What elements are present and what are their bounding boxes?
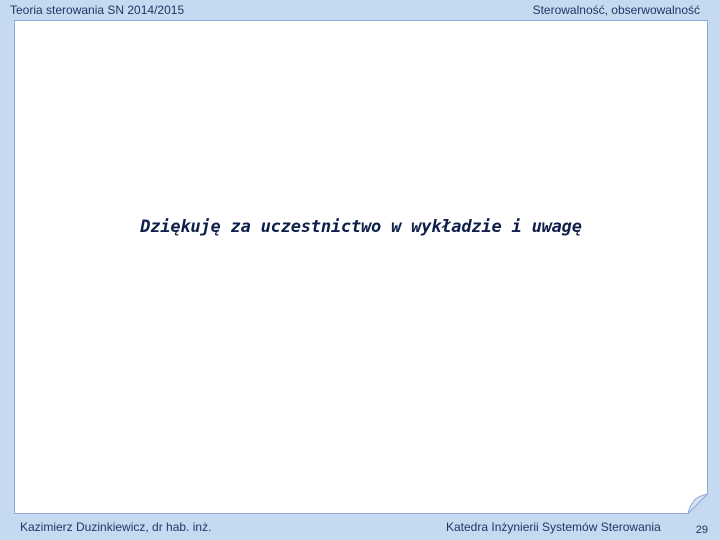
thank-you-message: Dziękuję za uczestnictwo w wykładzie i u…	[140, 217, 582, 237]
page-sheet	[14, 20, 708, 514]
author-name: Kazimierz Duzinkiewicz, dr hab. inż.	[20, 520, 212, 534]
course-title: Teoria sterowania SN 2014/2015	[10, 3, 185, 17]
page-number: 29	[695, 524, 708, 536]
slide-page: Dziękuję za uczestnictwo w wykładzie i u…	[14, 20, 708, 514]
topic-title: Sterowalność, obserwowalność	[532, 3, 700, 17]
department-name: Katedra Inżynierii Systemów Sterowania	[446, 520, 661, 534]
